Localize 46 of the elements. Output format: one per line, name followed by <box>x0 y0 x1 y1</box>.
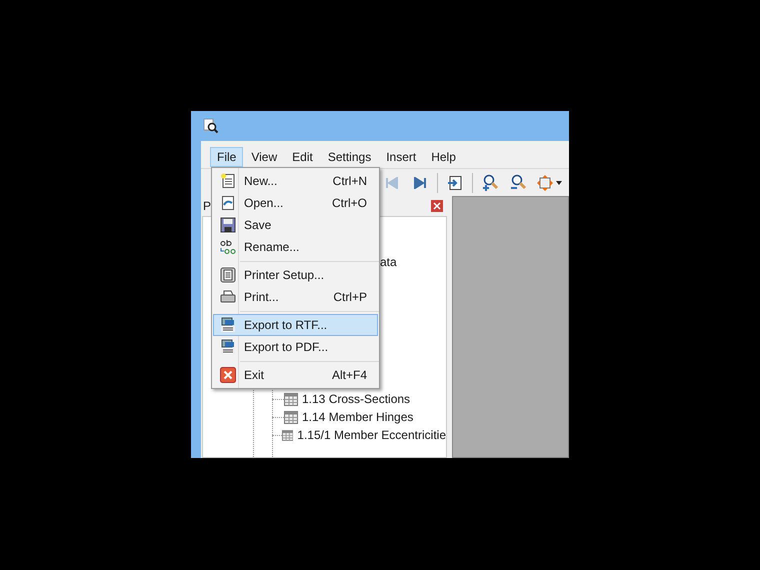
shortcut-label: Ctrl+O <box>332 195 367 212</box>
close-icon <box>220 367 236 383</box>
tree-item[interactable]: 1.13 Cross-Sections <box>302 390 410 408</box>
page-setup-icon <box>220 267 236 283</box>
menu-option-label: Save <box>244 217 272 234</box>
menu-option[interactable]: Open... Ctrl+O <box>213 192 378 214</box>
document-icon <box>220 195 236 211</box>
menu-option-label: Rename... <box>244 239 300 256</box>
close-button[interactable] <box>431 200 443 212</box>
menu-option-label: Exit <box>244 367 266 384</box>
new-document-icon <box>220 173 236 189</box>
menu-option[interactable]: New... Ctrl+N <box>213 170 378 192</box>
caret-icon <box>556 180 562 184</box>
menu-option-label: Print... <box>244 289 280 306</box>
menu-item[interactable]: Help <box>424 147 463 167</box>
menu-item[interactable]: File <box>210 147 244 167</box>
menu-item[interactable]: Insert <box>379 147 424 167</box>
menu-option[interactable]: Print... Ctrl+P <box>213 286 378 308</box>
rtf-export-icon <box>220 317 236 333</box>
menu-option[interactable]: Export to RTF... <box>213 314 378 336</box>
tree-item-label: ata <box>380 254 397 271</box>
menu-option[interactable]: Export to PDF... <box>213 336 378 358</box>
panel-title: P <box>203 198 212 215</box>
shortcut-label: Ctrl+N <box>332 173 367 190</box>
rename-icon <box>220 239 236 255</box>
tree-item[interactable]: 1.14 Member Hinges <box>302 408 414 426</box>
menu-option[interactable]: Printer Setup... <box>213 264 378 286</box>
pdf-export-icon <box>220 339 236 355</box>
menu-option-label: Export to RTF... <box>244 317 328 334</box>
menu-option-label: Open... <box>244 195 284 212</box>
app-magnifier-icon <box>203 118 219 134</box>
tree-item[interactable]: 1.15/1 Member Eccentricitie <box>297 426 446 444</box>
menu-option-label: Printer Setup... <box>244 267 326 284</box>
shortcut-label: Alt+F4 <box>332 367 367 384</box>
menu-option[interactable]: Exit Alt+F4 <box>213 364 378 386</box>
shortcut-label: Ctrl+P <box>333 289 367 306</box>
skip-back-icon <box>385 176 399 188</box>
printer-icon <box>220 289 236 305</box>
menu-option-label: Export to PDF... <box>244 339 330 356</box>
menu-option[interactable]: Save <box>213 214 378 236</box>
menu-item[interactable]: Settings <box>320 147 378 167</box>
menu-item[interactable]: Edit <box>285 147 320 167</box>
skip-forward-icon <box>413 176 427 188</box>
menu-item[interactable]: View <box>244 147 284 167</box>
menu-option-label: New... <box>244 173 278 190</box>
menu-option[interactable]: Rename... <box>213 236 378 258</box>
